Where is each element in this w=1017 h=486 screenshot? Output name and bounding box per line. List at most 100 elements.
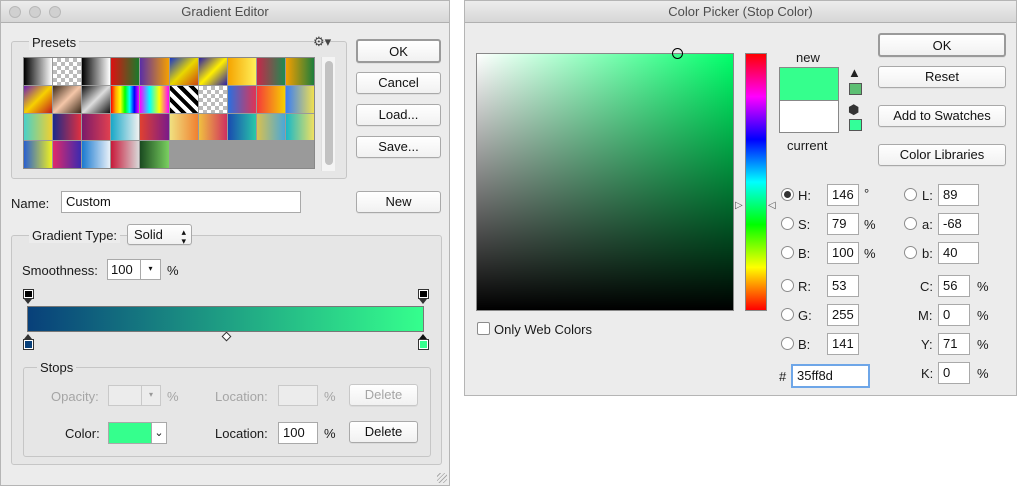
preset-swatch[interactable] (82, 85, 111, 113)
preset-swatch[interactable] (53, 58, 82, 85)
only-web-colors-checkbox[interactable] (477, 322, 490, 335)
preset-swatch[interactable] (111, 141, 140, 168)
red-input[interactable]: 53 (827, 275, 859, 297)
preset-swatch[interactable] (227, 58, 256, 85)
preset-swatch[interactable] (140, 141, 169, 168)
opacity-stop-right[interactable] (418, 289, 429, 305)
black-input[interactable]: 0 (938, 362, 970, 384)
preset-swatch[interactable] (53, 113, 82, 141)
load-button[interactable]: Load... (356, 104, 441, 126)
brightness-radio[interactable] (781, 246, 794, 259)
preset-swatch[interactable] (82, 113, 111, 141)
gradient-preview-bar[interactable] (27, 306, 424, 332)
preset-swatch[interactable] (140, 85, 169, 113)
preset-swatch[interactable] (169, 85, 198, 113)
opacity-dropdown-icon[interactable]: ▾ (141, 386, 160, 405)
presets-scrollbar[interactable] (321, 57, 335, 171)
ok-button[interactable]: OK (878, 33, 1006, 57)
lab-a-radio[interactable] (904, 217, 917, 230)
color-field[interactable] (476, 53, 734, 311)
hue-slider[interactable] (745, 53, 767, 311)
color-stop-left[interactable] (23, 334, 34, 350)
location-input-top[interactable] (278, 385, 318, 406)
preset-swatch[interactable] (198, 113, 227, 141)
scrollbar-thumb[interactable] (325, 61, 333, 165)
saturation-radio[interactable] (781, 217, 794, 230)
hue-slider-left-arrow-icon[interactable]: ▷ (735, 200, 743, 211)
web-safe-swatch[interactable] (849, 119, 862, 131)
color-field-picker-circle[interactable] (672, 48, 683, 59)
lab-l-input[interactable]: 89 (938, 184, 979, 206)
minimize-window-icon[interactable] (29, 6, 41, 18)
yellow-input[interactable]: 71 (938, 333, 970, 355)
delete-button-top[interactable]: Delete (349, 384, 418, 406)
preset-swatch[interactable] (24, 141, 53, 168)
preset-swatch[interactable] (111, 113, 140, 141)
gear-icon[interactable]: ⚙▾ (313, 34, 331, 50)
blue-input[interactable]: 141 (827, 333, 859, 355)
out-of-gamut-swatch[interactable] (849, 83, 862, 95)
current-color-swatch[interactable] (779, 100, 839, 133)
green-radio[interactable] (781, 308, 794, 321)
brightness-input[interactable]: 100 (827, 242, 859, 264)
blue-radio[interactable] (781, 337, 794, 350)
preset-swatch[interactable] (82, 141, 111, 168)
save-button[interactable]: Save... (356, 136, 441, 158)
stop-color-swatch[interactable] (108, 422, 152, 444)
lab-l-radio[interactable] (904, 188, 917, 201)
cyan-input[interactable]: 56 (938, 275, 970, 297)
preset-swatch[interactable] (111, 85, 140, 113)
warning-triangle-icon[interactable]: ▲ (848, 65, 861, 80)
saturation-input[interactable]: 79 (827, 213, 859, 235)
gradient-type-select[interactable]: Solid ▴ ▾ (127, 224, 192, 246)
lab-b-input[interactable]: 40 (938, 242, 979, 264)
lab-b-radio[interactable] (904, 246, 917, 259)
smoothness-input[interactable]: 100 ▾ (107, 259, 161, 280)
preset-swatch[interactable] (198, 58, 227, 85)
red-radio[interactable] (781, 279, 794, 292)
hue-slider-right-arrow-icon[interactable]: ◁ (768, 200, 776, 211)
color-libraries-button[interactable]: Color Libraries (878, 144, 1006, 166)
preset-swatch[interactable] (227, 85, 256, 113)
preset-swatch[interactable] (82, 58, 111, 85)
preset-swatch[interactable] (285, 113, 314, 141)
color-stop-right[interactable] (418, 334, 429, 350)
color-dropdown-button[interactable]: ⌄ (151, 422, 167, 444)
close-window-icon[interactable] (9, 6, 21, 18)
preset-swatch[interactable] (169, 58, 198, 85)
preset-swatch[interactable] (24, 85, 53, 113)
preset-swatch[interactable] (140, 113, 169, 141)
zoom-window-icon[interactable] (49, 6, 61, 18)
preset-swatch[interactable] (256, 113, 285, 141)
reset-button[interactable]: Reset (878, 66, 1006, 88)
hue-radio[interactable] (781, 188, 794, 201)
preset-swatch[interactable] (111, 58, 140, 85)
name-input[interactable]: Custom (61, 191, 301, 213)
magenta-input[interactable]: 0 (938, 304, 970, 326)
dropdown-arrow-icon[interactable]: ▾ (140, 260, 160, 279)
preset-swatch[interactable] (24, 113, 53, 141)
hex-input[interactable]: 35ff8d (791, 364, 870, 388)
cancel-button[interactable]: Cancel (356, 72, 441, 94)
preset-swatch[interactable] (169, 113, 198, 141)
preset-swatch[interactable] (227, 113, 256, 141)
preset-swatch[interactable] (256, 58, 285, 85)
preset-swatch[interactable] (53, 85, 82, 113)
preset-swatch[interactable] (285, 85, 314, 113)
preset-swatch[interactable] (256, 85, 285, 113)
preset-swatch[interactable] (198, 85, 227, 113)
resize-grip-icon[interactable] (437, 473, 447, 483)
new-button[interactable]: New (356, 191, 441, 213)
ok-button[interactable]: OK (356, 39, 441, 63)
preset-swatch[interactable] (53, 141, 82, 168)
preset-swatch[interactable] (24, 58, 53, 85)
preset-swatch[interactable] (140, 58, 169, 85)
green-input[interactable]: 255 (827, 304, 859, 326)
delete-button-bottom[interactable]: Delete (349, 421, 418, 443)
hue-input[interactable]: 146 (827, 184, 859, 206)
web-safe-cube-icon[interactable]: ⬢ (848, 102, 859, 118)
add-to-swatches-button[interactable]: Add to Swatches (878, 105, 1006, 127)
location-input-bottom[interactable]: 100 (278, 422, 318, 444)
lab-a-input[interactable]: -68 (938, 213, 979, 235)
preset-swatch[interactable] (285, 58, 314, 85)
